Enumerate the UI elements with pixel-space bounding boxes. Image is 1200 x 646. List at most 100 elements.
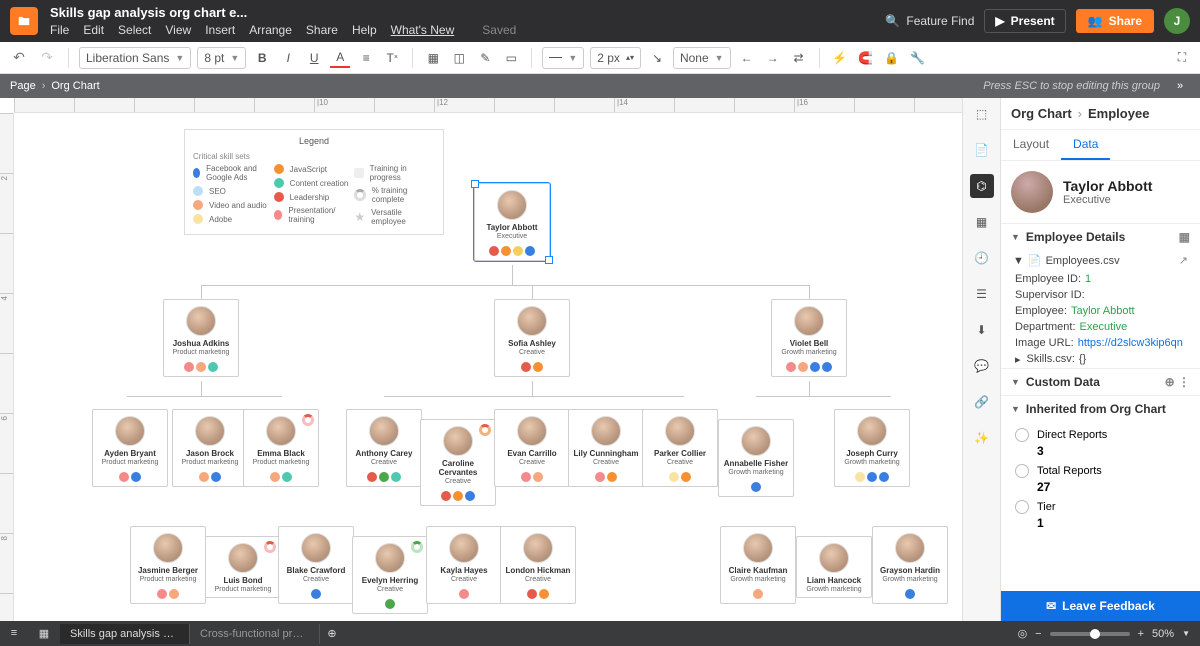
- menu-edit[interactable]: Edit: [83, 23, 104, 37]
- list-view-icon[interactable]: ≡: [11, 627, 17, 640]
- layers-icon[interactable]: ⬚: [970, 102, 994, 126]
- node[interactable]: Blake CrawfordCreative: [278, 526, 354, 604]
- tab-layout[interactable]: Layout: [1001, 130, 1061, 160]
- node[interactable]: Annabelle FisherGrowth marketing: [718, 419, 794, 497]
- menu-view[interactable]: View: [165, 23, 191, 37]
- underline-button[interactable]: U: [304, 48, 324, 68]
- swap-button[interactable]: ⇄: [789, 48, 809, 68]
- line-style-select[interactable]: ▼: [542, 47, 584, 69]
- arrow-style-select[interactable]: None▼: [673, 47, 731, 69]
- menu-arrange[interactable]: Arrange: [249, 23, 292, 37]
- present-icon[interactable]: ▦: [970, 210, 994, 234]
- node[interactable]: Emma BlackProduct marketing: [243, 409, 319, 487]
- grid-view-icon[interactable]: ▦: [39, 627, 49, 640]
- node[interactable]: Anthony CareyCreative: [346, 409, 422, 487]
- doc-title[interactable]: Skills gap analysis org chart e...: [50, 5, 885, 20]
- section-employee-details[interactable]: ▼ Employee Details ▦: [1001, 224, 1200, 250]
- menu-insert[interactable]: Insert: [205, 23, 235, 37]
- bold-button[interactable]: B: [252, 48, 272, 68]
- external-link-icon[interactable]: ↗: [1179, 254, 1188, 267]
- user-avatar[interactable]: J: [1164, 8, 1190, 34]
- section-inherited[interactable]: ▼ Inherited from Org Chart: [1001, 396, 1200, 422]
- node-root[interactable]: Taylor Abbott Executive: [474, 183, 550, 261]
- wand-icon[interactable]: ✨: [970, 426, 994, 450]
- fullscreen-button[interactable]: ⛶: [1172, 48, 1192, 68]
- slider-thumb[interactable]: [1090, 629, 1100, 639]
- wrench-button[interactable]: 🔧: [908, 48, 928, 68]
- bolt-button[interactable]: ⚡: [830, 48, 850, 68]
- font-family-select[interactable]: Liberation Sans▼: [79, 47, 191, 69]
- present-button[interactable]: ▶ Present: [984, 9, 1065, 33]
- align-button[interactable]: ≡: [356, 48, 376, 68]
- crumb-leaf[interactable]: Employee: [1088, 106, 1149, 121]
- panel-toggle-button[interactable]: »: [1170, 80, 1190, 92]
- menu-select[interactable]: Select: [118, 23, 151, 37]
- node[interactable]: Joshua AdkinsProduct marketing: [163, 299, 239, 377]
- node[interactable]: Ayden BryantProduct marketing: [92, 409, 168, 487]
- clock-icon[interactable]: 🕘: [970, 246, 994, 270]
- caret-down-icon[interactable]: ▼: [1182, 629, 1190, 638]
- shape-style-button[interactable]: ▭: [501, 48, 521, 68]
- zoom-in-button[interactable]: +: [1138, 628, 1144, 640]
- app-logo[interactable]: [10, 7, 38, 35]
- node[interactable]: Luis BondProduct marketing: [205, 536, 281, 598]
- comment-icon[interactable]: 💬: [970, 354, 994, 378]
- section-custom-data[interactable]: ▼ Custom Data ⊕ ⋮: [1001, 369, 1200, 395]
- menu-whats-new[interactable]: What's New: [391, 23, 455, 37]
- page-tab-active[interactable]: Skills gap analysis or...: [60, 624, 190, 644]
- node[interactable]: Caroline CervantesCreative: [420, 419, 496, 506]
- node[interactable]: Liam HancockGrowth marketing: [796, 536, 872, 598]
- redo-button[interactable]: ↷: [36, 49, 58, 66]
- line-arrow-button[interactable]: ↘: [647, 48, 667, 68]
- share-button[interactable]: 👥 Share: [1076, 9, 1154, 33]
- link-icon[interactable]: 🔗: [970, 390, 994, 414]
- text-color-button[interactable]: A: [330, 48, 350, 68]
- add-icon[interactable]: ⊕ ⋮: [1165, 375, 1190, 389]
- zoom-slider[interactable]: [1050, 632, 1130, 636]
- feature-find-button[interactable]: 🔍 Feature Find: [885, 14, 974, 28]
- canvas[interactable]: Legend Critical skill sets Facebook and …: [14, 113, 962, 621]
- menu-file[interactable]: File: [50, 23, 69, 37]
- tab-data[interactable]: Data: [1061, 130, 1110, 160]
- fill-button[interactable]: ▦: [423, 48, 443, 68]
- node[interactable]: Parker CollierCreative: [642, 409, 718, 487]
- csv-row[interactable]: ▼ 📄 Employees.csv ↗: [1001, 250, 1200, 271]
- italic-button[interactable]: I: [278, 48, 298, 68]
- database-icon[interactable]: ⌬: [970, 174, 994, 198]
- node[interactable]: Evelyn HerringCreative: [352, 536, 428, 614]
- stack-icon[interactable]: ☰: [970, 282, 994, 306]
- node[interactable]: Claire KaufmanGrowth marketing: [720, 526, 796, 604]
- clear-format-button[interactable]: T×: [382, 48, 402, 68]
- crumb-current[interactable]: Org Chart: [51, 80, 99, 92]
- arrow-end-button[interactable]: →: [763, 48, 783, 68]
- node[interactable]: Jason BrockProduct marketing: [172, 409, 248, 487]
- legend-box[interactable]: Legend Critical skill sets Facebook and …: [184, 129, 444, 235]
- magnet-button[interactable]: 🧲: [856, 48, 876, 68]
- paint-button[interactable]: ✎: [475, 48, 495, 68]
- lock-button[interactable]: 🔒: [882, 48, 902, 68]
- zoom-value[interactable]: 50%: [1152, 628, 1174, 640]
- page-icon[interactable]: 📄: [970, 138, 994, 162]
- add-page-button[interactable]: ⊕: [320, 627, 344, 640]
- node[interactable]: Grayson HardinGrowth marketing: [872, 526, 948, 604]
- undo-button[interactable]: ↶: [8, 49, 30, 66]
- node[interactable]: Lily CunninghamCreative: [568, 409, 644, 487]
- border-button[interactable]: ◫: [449, 48, 469, 68]
- export-icon[interactable]: ⬇: [970, 318, 994, 342]
- crumb-root[interactable]: Org Chart: [1011, 106, 1072, 121]
- node[interactable]: Evan CarrilloCreative: [494, 409, 570, 487]
- node[interactable]: Violet BellGrowth marketing: [771, 299, 847, 377]
- zoom-out-button[interactable]: −: [1035, 628, 1041, 640]
- target-icon[interactable]: ◎: [1018, 627, 1028, 640]
- node[interactable]: Jasmine BergerProduct marketing: [130, 526, 206, 604]
- feedback-button[interactable]: ✉ Leave Feedback: [1001, 591, 1200, 621]
- node[interactable]: Joseph CurryGrowth marketing: [834, 409, 910, 487]
- node[interactable]: Sofia AshleyCreative: [494, 299, 570, 377]
- node[interactable]: Kayla HayesCreative: [426, 526, 502, 604]
- font-size-select[interactable]: 8 pt▼: [197, 47, 246, 69]
- line-weight-select[interactable]: 2 px▴▾: [590, 47, 641, 69]
- node[interactable]: London HickmanCreative: [500, 526, 576, 604]
- crumb-page[interactable]: Page: [10, 80, 36, 92]
- arrow-start-button[interactable]: ←: [737, 48, 757, 68]
- menu-help[interactable]: Help: [352, 23, 377, 37]
